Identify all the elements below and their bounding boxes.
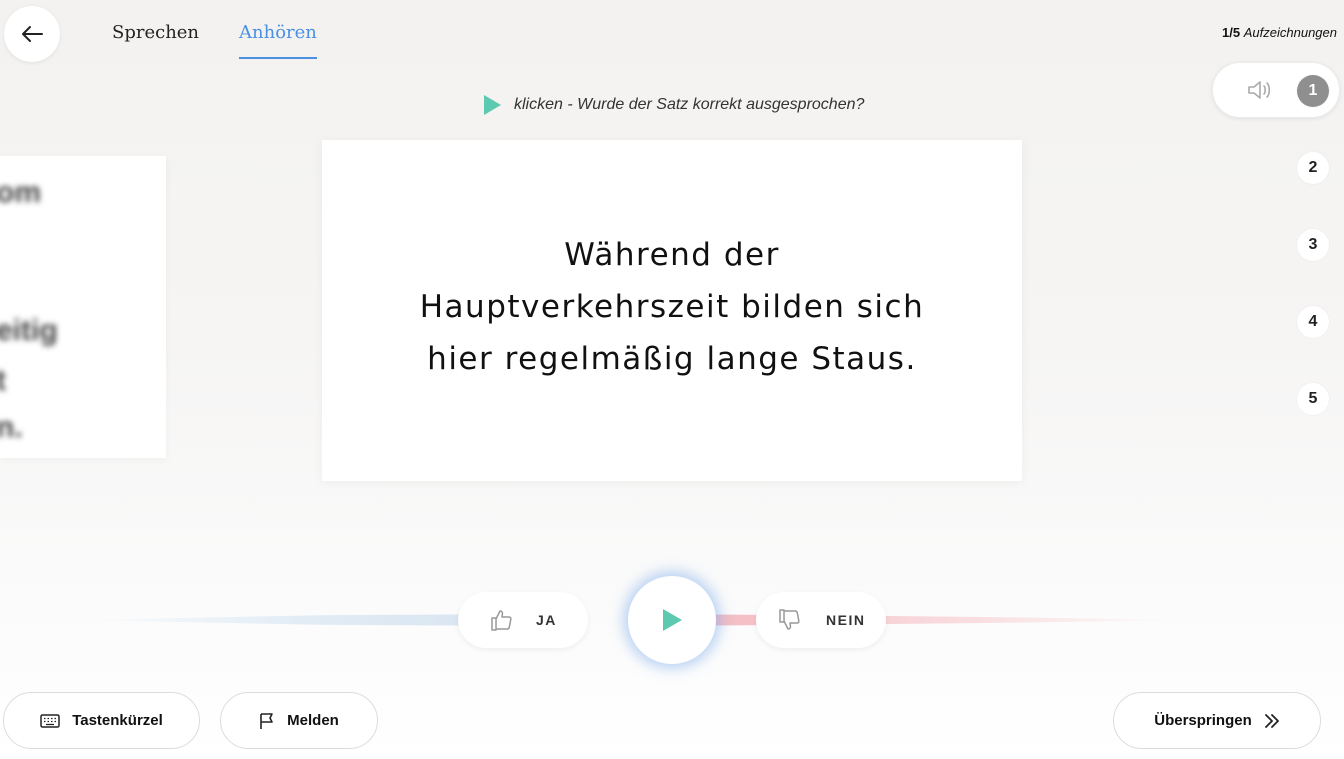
recordings-counter: 1/5 Aufzeichnungen bbox=[1222, 25, 1337, 40]
waveform-left bbox=[80, 614, 480, 626]
recording-number-1[interactable]: 1 bbox=[1297, 75, 1329, 107]
thumbs-down-icon bbox=[779, 609, 800, 630]
play-icon bbox=[484, 95, 501, 115]
yes-label: JA bbox=[536, 612, 557, 628]
previous-card-blurred: om eitig t n. bbox=[0, 156, 166, 458]
speaker-icon bbox=[1248, 81, 1271, 99]
yes-button[interactable]: JA bbox=[458, 592, 588, 648]
recording-number-2[interactable]: 2 bbox=[1297, 152, 1329, 184]
keyboard-icon bbox=[40, 713, 60, 728]
skip-label: Überspringen bbox=[1154, 712, 1252, 729]
instruction: klicken - Wurde der Satz korrekt ausgesp… bbox=[482, 94, 864, 116]
instruction-text: klicken - Wurde der Satz korrekt ausgesp… bbox=[514, 96, 865, 113]
play-icon bbox=[663, 609, 682, 631]
recording-number-5[interactable]: 5 bbox=[1297, 383, 1329, 415]
arrow-left-icon bbox=[22, 26, 43, 42]
flag-icon bbox=[260, 712, 273, 729]
double-chevron-right-icon bbox=[1264, 713, 1279, 728]
back-button[interactable] bbox=[4, 6, 60, 62]
skip-button[interactable]: Überspringen bbox=[1113, 692, 1321, 749]
counter-label: Aufzeichnungen bbox=[1243, 25, 1337, 40]
counter-current: 1/5 bbox=[1222, 25, 1241, 40]
no-label: NEIN bbox=[826, 612, 866, 628]
play-button[interactable] bbox=[628, 576, 716, 664]
sentence-card: Während der Hauptverkehrszeit bilden sic… bbox=[322, 140, 1022, 481]
tab-anhoeren[interactable]: Anhören bbox=[239, 22, 317, 59]
tab-sprechen[interactable]: Sprechen bbox=[112, 22, 199, 59]
recording-number-4[interactable]: 4 bbox=[1297, 306, 1329, 338]
thumbs-up-icon bbox=[491, 610, 512, 631]
shortcuts-button[interactable]: Tastenkürzel bbox=[3, 692, 200, 749]
report-label: Melden bbox=[287, 712, 339, 729]
shortcuts-label: Tastenkürzel bbox=[72, 712, 163, 729]
recording-number-3[interactable]: 3 bbox=[1297, 229, 1329, 261]
report-button[interactable]: Melden bbox=[220, 692, 378, 749]
no-button[interactable]: NEIN bbox=[756, 592, 886, 648]
sentence-text: Während der Hauptverkehrszeit bilden sic… bbox=[419, 236, 925, 377]
mode-tabs: Sprechen Anhören bbox=[112, 22, 317, 59]
